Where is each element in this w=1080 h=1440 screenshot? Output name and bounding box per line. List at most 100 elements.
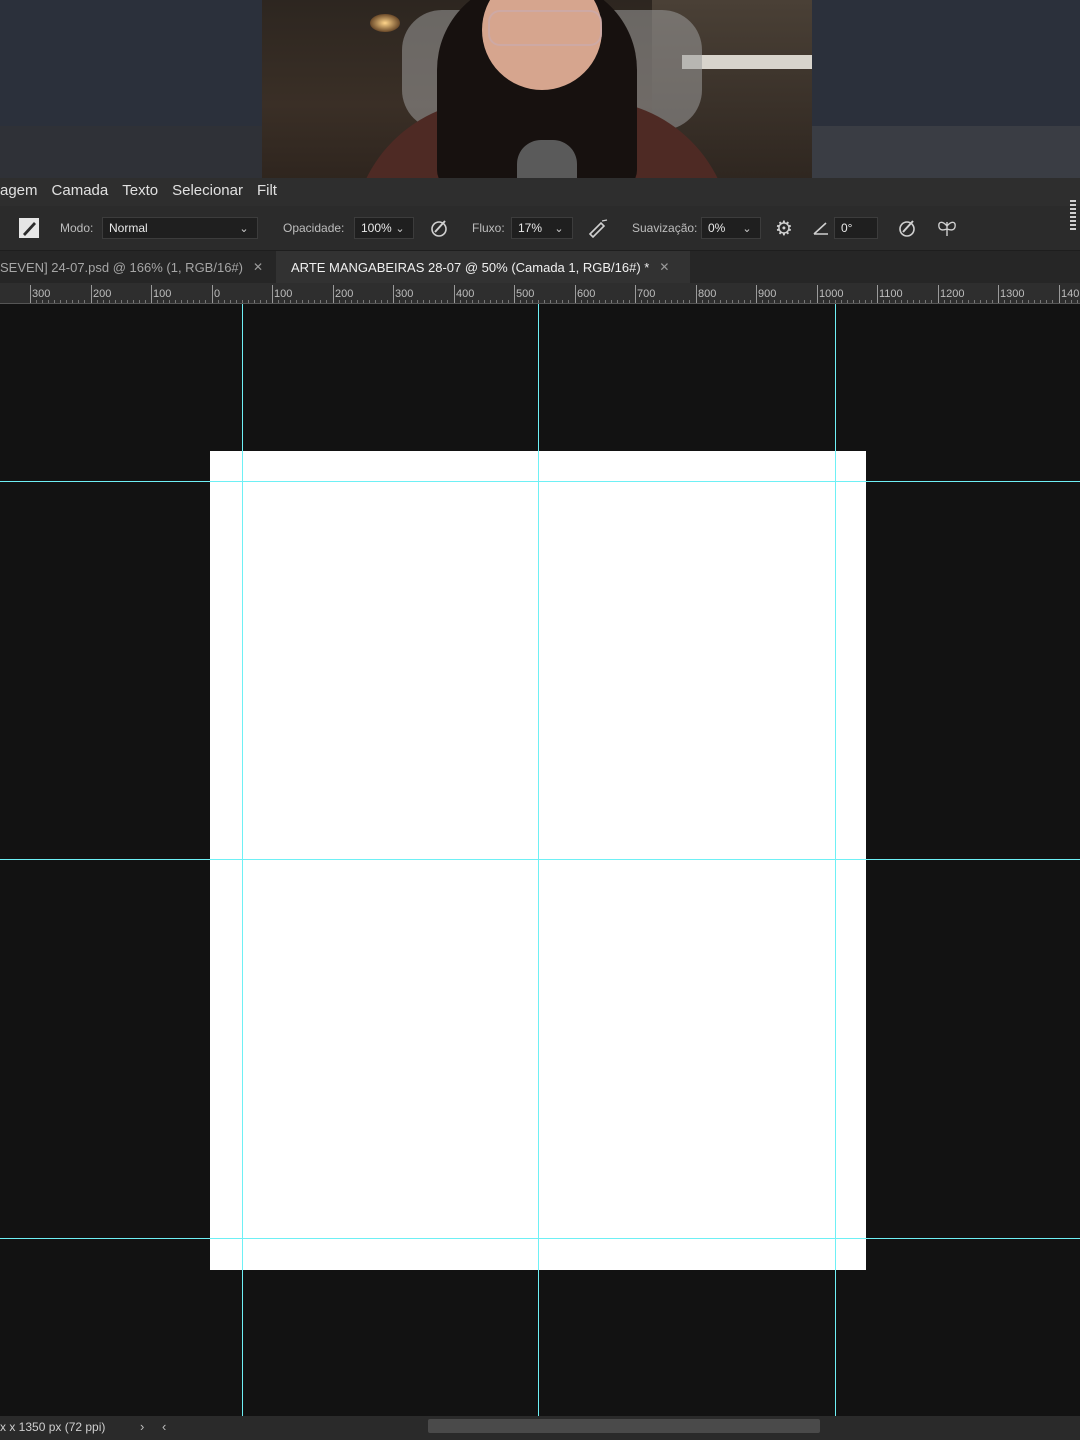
ruler-minor-tick <box>66 300 67 303</box>
menu-bar: agem Camada Texto Selecionar Filt <box>0 178 1080 206</box>
ruler-minor-tick <box>895 300 896 303</box>
ruler-minor-tick <box>865 300 866 303</box>
ruler-minor-tick <box>97 300 98 303</box>
gear-icon[interactable]: ⚙ <box>772 206 796 250</box>
ruler-minor-tick <box>841 300 842 303</box>
close-icon[interactable]: ✕ <box>253 260 263 274</box>
ruler-minor-tick <box>986 300 987 303</box>
ruler-minor-tick <box>931 300 932 303</box>
ruler-minor-tick <box>738 300 739 303</box>
angle-input[interactable]: 0° <box>834 217 878 239</box>
ruler-minor-tick <box>466 300 467 303</box>
vertical-guide[interactable] <box>835 304 836 1416</box>
ruler-minor-tick <box>54 300 55 303</box>
ruler-label: 100 <box>274 288 293 300</box>
close-icon[interactable]: ✕ <box>659 260 669 274</box>
scrollbar-thumb[interactable] <box>428 1419 820 1433</box>
ruler-minor-tick <box>714 300 715 303</box>
horizontal-guide[interactable] <box>0 1238 1080 1239</box>
airbrush-icon[interactable] <box>584 206 612 250</box>
ruler-minor-tick <box>405 300 406 303</box>
vertical-guide[interactable] <box>538 304 539 1416</box>
ruler-minor-tick <box>339 300 340 303</box>
ruler-major-tick <box>272 285 273 303</box>
ruler-minor-tick <box>544 300 545 303</box>
options-bar: Modo: Normal ⌄ Opacidade: 100% ⌄ Fluxo: … <box>0 206 1080 251</box>
ruler-minor-tick <box>387 300 388 303</box>
ruler-label: 200 <box>93 288 112 300</box>
horizontal-guide[interactable] <box>0 859 1080 860</box>
ruler-label: 1300 <box>1000 288 1025 300</box>
menu-item-texto[interactable]: Texto <box>122 182 158 199</box>
chevron-right-icon[interactable]: › <box>140 1419 144 1434</box>
ruler-minor-tick <box>689 300 690 303</box>
smoothing-input[interactable]: 0% ⌄ <box>701 217 761 239</box>
ruler-minor-tick <box>36 300 37 303</box>
ruler-minor-tick <box>883 300 884 303</box>
pressure-opacity-icon[interactable] <box>426 206 452 250</box>
chevron-down-icon: ⌄ <box>554 222 564 235</box>
ruler-minor-tick <box>780 300 781 303</box>
opacity-input[interactable]: 100% ⌄ <box>354 217 414 239</box>
angle-icon <box>810 206 832 250</box>
webcam-lamp <box>370 14 400 32</box>
ruler-minor-tick <box>230 300 231 303</box>
ruler-minor-tick <box>441 300 442 303</box>
brush-preset-icon[interactable] <box>16 206 42 250</box>
opacity-label: Opacidade: <box>283 221 345 235</box>
ruler-minor-tick <box>768 300 769 303</box>
ruler-major-tick <box>212 285 213 303</box>
ruler-minor-tick <box>913 300 914 303</box>
chevron-down-icon: ⌄ <box>742 222 752 235</box>
menu-item-imagem[interactable]: agem <box>0 182 38 199</box>
ruler-minor-tick <box>278 300 279 303</box>
ruler-minor-tick <box>950 300 951 303</box>
ruler-minor-tick <box>1077 300 1078 303</box>
ruler-minor-tick <box>726 300 727 303</box>
ruler-minor-tick <box>617 300 618 303</box>
chevron-down-icon: ⌄ <box>395 222 405 235</box>
mode-value: Normal <box>109 221 148 235</box>
ruler-minor-tick <box>115 300 116 303</box>
ruler-minor-tick <box>145 300 146 303</box>
menu-item-camada[interactable]: Camada <box>52 182 109 199</box>
ruler-minor-tick <box>665 300 666 303</box>
pressure-size-icon[interactable] <box>894 206 920 250</box>
tab-seven-document[interactable]: SEVEN] 24-07.psd @ 166% (1, RGB/16#) ✕ <box>0 251 276 283</box>
ruler-minor-tick <box>345 300 346 303</box>
horizontal-ruler[interactable]: 300 200 100 0 100 200 300 400 500 600 700 800 900 100… <box>0 283 1080 304</box>
ruler-minor-tick <box>847 300 848 303</box>
ruler-minor-tick <box>1046 300 1047 303</box>
ruler-minor-tick <box>248 300 249 303</box>
ruler-minor-tick <box>399 300 400 303</box>
flow-input[interactable]: 17% ⌄ <box>511 217 573 239</box>
angle-field-wrap: 0° <box>834 206 878 250</box>
panel-collapse-handle[interactable] <box>1070 200 1076 232</box>
ruler-minor-tick <box>623 300 624 303</box>
ruler-major-tick <box>635 285 636 303</box>
chevron-left-icon[interactable]: ‹ <box>162 1419 166 1434</box>
ruler-minor-tick <box>647 300 648 303</box>
vertical-guide[interactable] <box>242 304 243 1416</box>
symmetry-butterfly-icon[interactable] <box>934 206 960 250</box>
tab-arte-mangabeiras[interactable]: ARTE MANGABEIRAS 28-07 @ 50% (Camada 1, … <box>276 251 690 283</box>
ruler-minor-tick <box>683 300 684 303</box>
ruler-minor-tick <box>417 300 418 303</box>
ruler-label: 500 <box>516 288 535 300</box>
tab-label: SEVEN] 24-07.psd @ 166% (1, RGB/16#) <box>0 259 243 275</box>
ruler-minor-tick <box>641 300 642 303</box>
ruler-minor-tick <box>677 300 678 303</box>
ruler-minor-tick <box>508 300 509 303</box>
horizontal-guide[interactable] <box>0 481 1080 482</box>
document-info: x x 1350 px (72 ppi) <box>0 1420 106 1434</box>
ruler-minor-tick <box>980 300 981 303</box>
smoothing-value: 0% <box>708 221 726 235</box>
ruler-minor-tick <box>478 300 479 303</box>
menu-item-filtro[interactable]: Filt <box>257 182 277 199</box>
ruler-minor-tick <box>962 300 963 303</box>
ruler-minor-tick <box>205 300 206 303</box>
mode-select[interactable]: Normal ⌄ <box>102 217 258 239</box>
ruler-minor-tick <box>181 300 182 303</box>
menu-item-selecionar[interactable]: Selecionar <box>172 182 243 199</box>
ruler-minor-tick <box>1028 300 1029 303</box>
